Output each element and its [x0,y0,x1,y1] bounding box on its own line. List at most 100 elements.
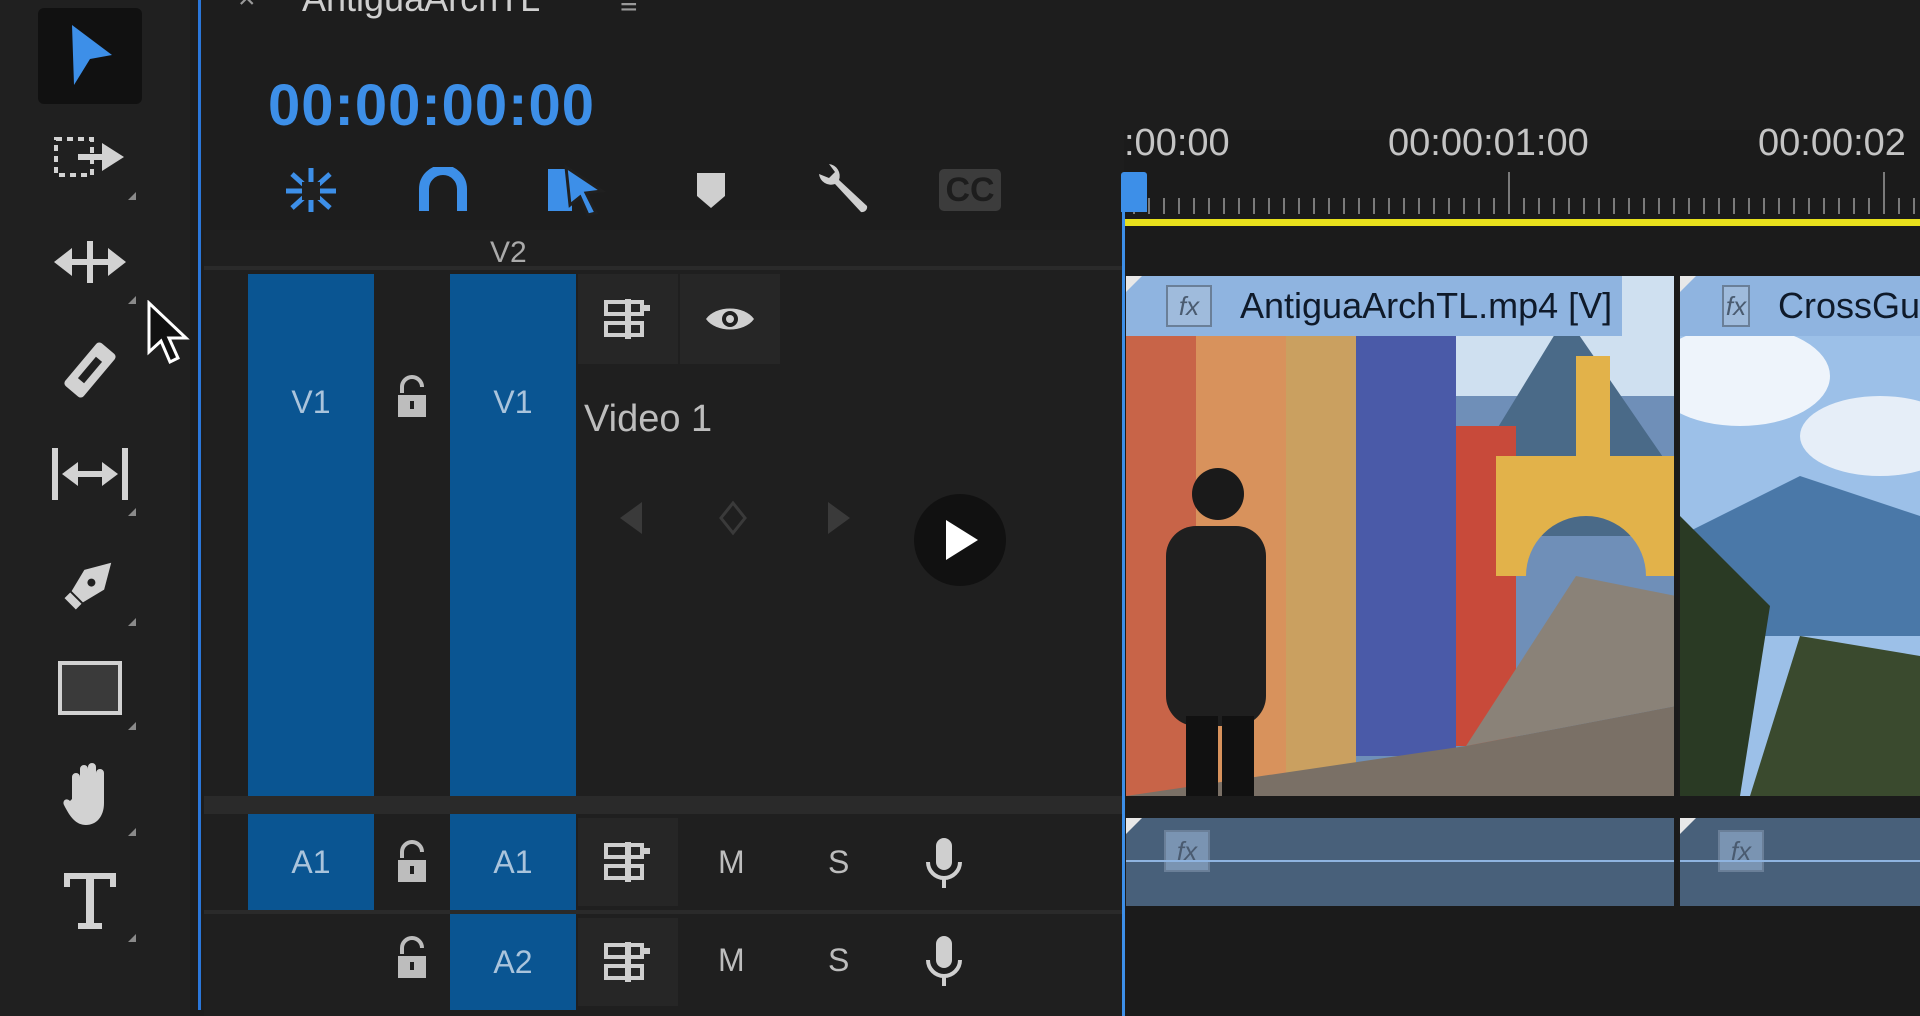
play-button[interactable] [914,494,1006,586]
sync-lock-button[interactable] [578,274,678,364]
solo-track-button[interactable]: S [828,942,849,979]
clip-boundary[interactable] [1674,818,1678,906]
clip-start-marker [1680,276,1696,292]
rectangle-tool[interactable] [38,640,142,736]
pen-tool[interactable] [38,536,142,632]
razor-icon [64,342,116,398]
solo-track-button[interactable]: S [828,844,849,881]
arrow-icon [72,25,112,85]
selection-tool[interactable] [38,8,142,104]
clip-name: AntiguaArchTL.mp4 [V] [1240,285,1613,326]
clip-boundary[interactable] [1674,276,1678,796]
lock-icon[interactable] [392,840,432,884]
razor-tool[interactable] [38,322,142,418]
fx-badge[interactable]: fx [1718,830,1764,872]
type-tool[interactable] [38,852,142,948]
a1-source-patch[interactable]: A1 [248,814,374,910]
ripple-edit-tool[interactable] [38,214,142,310]
type-icon [64,873,116,929]
clip-name: CrossGu [1777,285,1920,326]
tool-flyout-indicator [128,618,136,626]
video-clip-thumbnail[interactable] [1680,276,1920,796]
play-icon [946,520,978,560]
previous-keyframe-icon[interactable] [618,500,644,536]
add-keyframe-icon[interactable] [718,500,748,536]
mute-track-button[interactable]: M [718,942,745,979]
lock-icon[interactable] [392,936,432,980]
lock-icon[interactable] [392,375,432,419]
v2-track-label[interactable]: V2 [490,236,527,270]
clip-start-marker [1680,818,1696,834]
sync-lock-icon [604,942,650,982]
tool-flyout-indicator [128,828,136,836]
track-separator [204,266,1122,270]
tool-flyout-indicator [128,934,136,942]
audio-clip[interactable]: fx [1126,818,1674,906]
microphone-icon[interactable] [924,934,964,990]
playhead-handle[interactable] [1121,172,1147,212]
tool-flyout-indicator [128,508,136,516]
sequence-tab-title[interactable]: AntiguaArchTL [302,0,540,20]
track-separator [204,910,1122,914]
hand-tool[interactable] [38,746,142,842]
ruler-time-label: 00:00:01:00 [1388,122,1589,164]
playhead-line[interactable] [1122,176,1125,1016]
panel-menu-icon[interactable]: ≡ [620,0,638,22]
v1-target-patch[interactable]: V1 [450,274,576,796]
tool-flyout-indicator [128,296,136,304]
eye-icon [706,308,754,330]
a1-target-patch[interactable]: A1 [450,814,576,910]
fx-badge[interactable]: fx [1164,830,1210,872]
tool-flyout-indicator [128,192,136,200]
timeline-settings-button[interactable] [806,160,876,220]
snap-button[interactable] [408,160,478,220]
slip-icon [52,448,128,500]
a2-target-patch[interactable]: A2 [450,914,576,1010]
video-clip-label[interactable]: fx CrossGu [1680,276,1920,336]
ruler-time-label: :00:00 [1124,122,1230,164]
fx-badge[interactable]: fx [1722,285,1750,327]
audio-clip[interactable]: fx [1680,818,1920,906]
captions-label: CC [939,169,1001,211]
sync-lock-button[interactable] [578,818,678,906]
hand-icon [63,763,104,825]
mountain-scene-thumbnail [1680,276,1920,796]
v1-source-patch[interactable]: V1 [248,274,374,796]
captions-button[interactable]: CC [938,160,1002,220]
audio-level-line[interactable] [1680,860,1920,862]
marker-icon [697,173,725,208]
toggle-track-output-button[interactable] [680,274,780,364]
mouse-cursor-icon [147,300,190,365]
work-area-bar[interactable] [1124,219,1920,226]
video-clip-label[interactable]: fx AntiguaArchTL.mp4 [V] [1126,276,1622,336]
close-icon[interactable]: × [238,0,256,16]
sync-lock-icon [604,299,650,339]
track-select-tool[interactable] [38,110,142,206]
pen-icon [64,562,112,610]
wrench-icon [819,164,868,213]
clip-start-marker [1126,276,1142,292]
sync-lock-icon [604,842,650,882]
tool-flyout-indicator [128,722,136,730]
playhead-timecode[interactable]: 00:00:00:00 [268,72,595,139]
panel-divider[interactable] [198,0,201,1010]
tools-panel [0,0,190,1016]
street-scene-thumbnail [1126,276,1676,796]
fx-badge[interactable]: fx [1166,285,1212,327]
add-marker-button[interactable] [676,160,746,220]
time-ruler[interactable] [1124,170,1920,220]
video-clip-thumbnail[interactable] [1126,276,1676,796]
linked-selection-button[interactable] [540,160,610,220]
track-select-forward-icon [54,137,124,177]
ruler-time-label: 00:00:02 [1758,122,1906,164]
track-name[interactable]: Video 1 [584,398,712,441]
audio-level-line[interactable] [1126,860,1674,862]
next-keyframe-icon[interactable] [826,500,852,536]
ripple-edit-icon [54,241,126,283]
clip-start-marker [1126,818,1142,834]
nest-toggle-button[interactable] [276,160,346,220]
mute-track-button[interactable]: M [718,844,745,881]
sync-lock-button[interactable] [578,918,678,1006]
microphone-icon[interactable] [924,836,964,892]
slip-tool[interactable] [38,426,142,522]
